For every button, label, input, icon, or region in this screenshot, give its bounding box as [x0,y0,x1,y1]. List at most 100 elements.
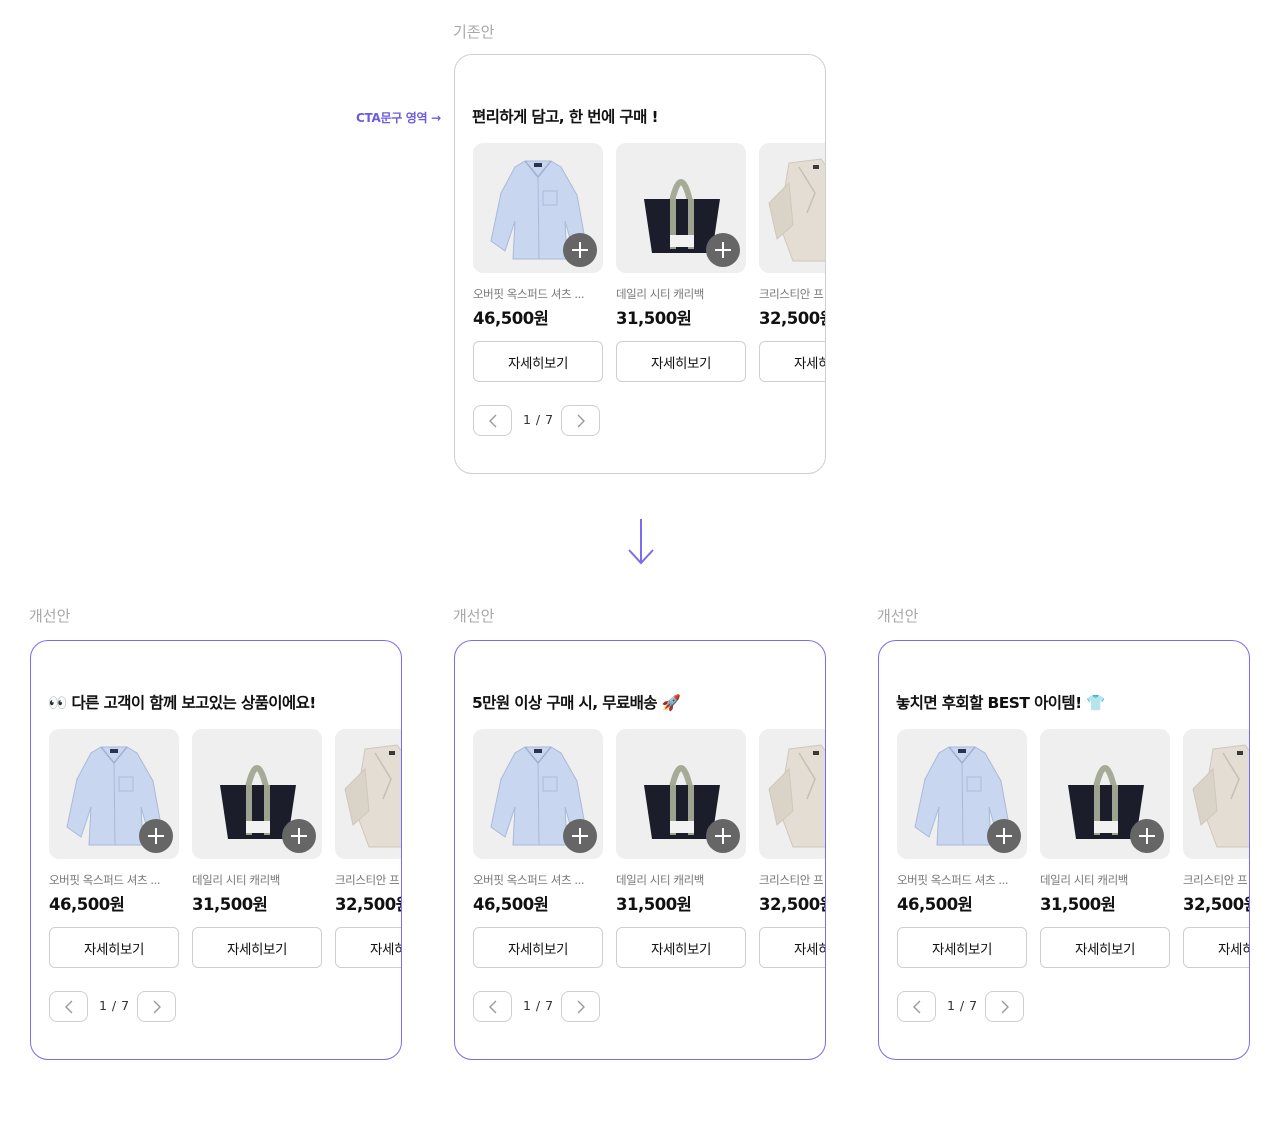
view-detail-button[interactable]: 자세히보기 [335,927,401,968]
product-name: 오버핏 옥스퍼드 셔츠 ... [897,873,1009,887]
plus-icon [1139,828,1155,844]
product-price: 31,500원 [616,895,692,914]
product-name: 크리스티안 프 [335,873,400,887]
product-image[interactable] [335,729,401,859]
next-page-button[interactable] [561,991,600,1022]
page-indicator: 1 / 7 [947,998,978,1013]
product-image[interactable] [473,143,603,273]
view-detail-button[interactable]: 자세히보기 [616,341,746,382]
product-name: 데일리 시티 캐리백 [1040,873,1128,887]
product-name: 데일리 시티 캐리백 [616,287,704,301]
product-price: 46,500원 [897,895,973,914]
product-image[interactable] [49,729,179,859]
product-price: 32,500원 [759,309,825,328]
product-name: 크리스티안 프 [759,287,824,301]
prev-page-button[interactable] [897,991,936,1022]
card-title: 편리하게 담고, 한 번에 구매 ! [472,108,659,126]
product-carousel: 오버핏 옥스퍼드 셔츠 ... 46,500원 자세히보기 데일리 시티 캐리백… [897,729,1249,969]
product-carousel: 오버핏 옥스퍼드 셔츠 ... 46,500원 자세히보기 데일리 시티 캐리백… [473,729,825,969]
next-page-button[interactable] [137,991,176,1022]
jacket-image [768,744,825,848]
view-detail-button[interactable]: 자세히보기 [759,341,825,382]
plus-icon [572,828,588,844]
chevron-right-icon [153,1000,161,1013]
product-carousel: 오버핏 옥스퍼드 셔츠 ... 46,500원 자세히보기 데일리 시티 캐리백… [473,143,825,383]
product-item[interactable]: 오버핏 옥스퍼드 셔츠 ... 46,500원 자세히보기 [473,729,603,968]
product-item[interactable]: 크리스티안 프 32,500원 자세히보기 [759,143,825,382]
prev-page-button[interactable] [473,405,512,436]
next-page-button[interactable] [561,405,600,436]
add-to-cart-button[interactable] [987,819,1021,853]
view-detail-button[interactable]: 자세히보기 [1040,927,1170,968]
add-to-cart-button[interactable] [563,819,597,853]
add-to-cart-button[interactable] [139,819,173,853]
product-image[interactable] [473,729,603,859]
add-to-cart-button[interactable] [706,819,740,853]
add-to-cart-button[interactable] [1130,819,1164,853]
view-detail-button[interactable]: 자세히보기 [473,927,603,968]
view-detail-button[interactable]: 자세히보기 [192,927,322,968]
product-image[interactable] [616,143,746,273]
add-to-cart-button[interactable] [563,233,597,267]
carousel-card-improved-1: 👀 다른 고객이 함께 보고있는 상품이에요! 오버핏 옥스퍼드 셔츠 ... … [30,640,402,1060]
jacket-image [1192,744,1249,848]
view-detail-button[interactable]: 자세히보기 [49,927,179,968]
product-item[interactable]: 오버핏 옥스퍼드 셔츠 ... 46,500원 자세히보기 [473,143,603,382]
improved-label-1: 개선안 [29,607,71,625]
chevron-left-icon [488,1000,496,1013]
product-image[interactable] [192,729,322,859]
jacket-image [344,744,401,848]
prev-page-button[interactable] [49,991,88,1022]
product-name: 크리스티안 프 [1183,873,1248,887]
carousel-card-original: 편리하게 담고, 한 번에 구매 ! 오버핏 옥스퍼드 셔츠 ... 46,50… [454,54,826,474]
product-item[interactable]: 크리스티안 프 32,500원 자세히보기 [1183,729,1249,968]
product-price: 31,500원 [192,895,268,914]
plus-icon [715,242,731,258]
chevron-right-icon [577,414,585,427]
product-image[interactable] [616,729,746,859]
next-page-button[interactable] [985,991,1024,1022]
product-item[interactable]: 오버핏 옥스퍼드 셔츠 ... 46,500원 자세히보기 [897,729,1027,968]
product-image[interactable] [759,143,825,273]
product-item[interactable]: 데일리 시티 캐리백 31,500원 자세히보기 [616,143,746,382]
product-price: 46,500원 [473,895,549,914]
card-title: 👀 다른 고객이 함께 보고있는 상품이에요! [48,694,316,712]
view-detail-button[interactable]: 자세히보기 [897,927,1027,968]
product-price: 32,500원 [759,895,825,914]
arrow-down-icon [628,519,654,565]
product-item[interactable]: 크리스티안 프 32,500원 자세히보기 [759,729,825,968]
pagination: 1 / 7 [49,991,179,1022]
view-detail-button[interactable]: 자세히보기 [473,341,603,382]
pagination: 1 / 7 [897,991,1027,1022]
product-name: 오버핏 옥스퍼드 셔츠 ... [473,873,585,887]
add-to-cart-button[interactable] [706,233,740,267]
card-title: 놓치면 후회할 BEST 아이템! 👕 [896,694,1106,712]
product-image[interactable] [1183,729,1249,859]
chevron-right-icon [1001,1000,1009,1013]
product-image[interactable] [759,729,825,859]
view-detail-button[interactable]: 자세히보기 [1183,927,1249,968]
product-item[interactable]: 오버핏 옥스퍼드 셔츠 ... 46,500원 자세히보기 [49,729,179,968]
plus-icon [291,828,307,844]
add-to-cart-button[interactable] [282,819,316,853]
product-price: 32,500원 [1183,895,1249,914]
pagination: 1 / 7 [473,991,603,1022]
product-name: 오버핏 옥스퍼드 셔츠 ... [473,287,585,301]
improved-label-3: 개선안 [877,607,919,625]
product-name: 데일리 시티 캐리백 [192,873,280,887]
product-item[interactable]: 데일리 시티 캐리백 31,500원 자세히보기 [1040,729,1170,968]
page-indicator: 1 / 7 [523,412,554,427]
product-price: 31,500원 [1040,895,1116,914]
chevron-right-icon [577,1000,585,1013]
product-image[interactable] [1040,729,1170,859]
product-item[interactable]: 데일리 시티 캐리백 31,500원 자세히보기 [616,729,746,968]
product-item[interactable]: 크리스티안 프 32,500원 자세히보기 [335,729,401,968]
plus-icon [715,828,731,844]
product-image[interactable] [897,729,1027,859]
view-detail-button[interactable]: 자세히보기 [616,927,746,968]
product-item[interactable]: 데일리 시티 캐리백 31,500원 자세히보기 [192,729,322,968]
card-title: 5만원 이상 구매 시, 무료배송 🚀 [472,694,681,712]
view-detail-button[interactable]: 자세히보기 [759,927,825,968]
carousel-card-improved-2: 5만원 이상 구매 시, 무료배송 🚀 오버핏 옥스퍼드 셔츠 ... 46,5… [454,640,826,1060]
prev-page-button[interactable] [473,991,512,1022]
